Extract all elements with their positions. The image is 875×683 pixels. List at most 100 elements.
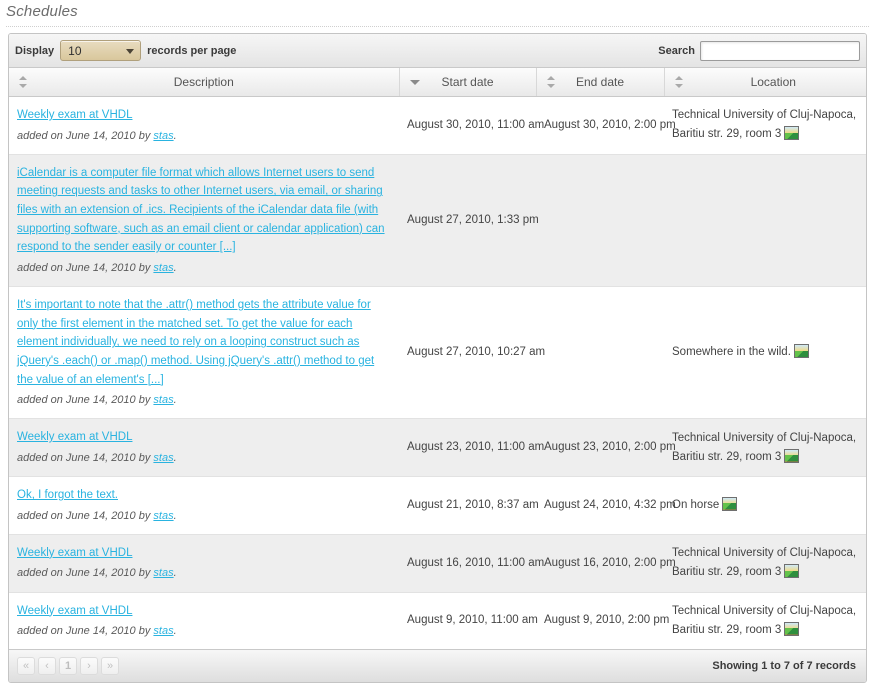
column-label: Start date <box>441 75 494 89</box>
added-prefix: added on June 14, 2010 by <box>17 625 154 638</box>
cell-end-date <box>536 154 664 288</box>
page-1-button[interactable]: 1 <box>59 657 77 676</box>
author-link[interactable]: stas <box>153 262 173 274</box>
schedule-link[interactable]: iCalendar is a computer file format whic… <box>17 164 391 257</box>
schedule-link[interactable]: Weekly exam at VHDL <box>17 544 391 563</box>
author-link[interactable]: stas <box>153 394 173 406</box>
title-divider <box>6 26 869 27</box>
first-page-button: « <box>17 657 35 676</box>
added-by-line: added on June 14, 2010 by stas. <box>17 391 391 409</box>
search-control: Search <box>658 40 860 61</box>
location-text: Technical University of Cluj-Napoca, Bar… <box>672 547 857 579</box>
added-by-line: added on June 14, 2010 by stas. <box>17 622 391 640</box>
next-page-button: › <box>80 657 98 676</box>
map-thumbnail-icon[interactable] <box>722 496 738 511</box>
chevron-down-icon <box>126 48 135 54</box>
table-row: Weekly exam at VHDL added on June 14, 201… <box>9 592 866 650</box>
cell-description: Weekly exam at VHDL added on June 14, 201… <box>9 418 399 478</box>
added-suffix: . <box>173 567 177 580</box>
page-length-control: Display 10 records per page <box>15 40 236 61</box>
schedule-link[interactable]: It's important to note that the .attr() … <box>17 296 391 389</box>
cell-location: Technical University of Cluj-Napoca, Bar… <box>664 534 866 593</box>
added-prefix: added on June 14, 2010 by <box>17 509 154 522</box>
table-head: Description Start date End date Location <box>9 68 866 97</box>
table-row: It's important to note that the .attr() … <box>9 286 866 420</box>
cell-location: Somewhere in the wild. <box>664 286 866 420</box>
cell-end-date: August 9, 2010, 2:00 pm <box>536 592 669 650</box>
added-suffix: . <box>173 129 177 142</box>
location-text: Somewhere in the wild. <box>672 346 791 359</box>
table-row: Ok, I forgot the text. added on June 14, … <box>9 476 866 535</box>
cell-start-date: August 23, 2010, 11:00 am <box>399 418 544 478</box>
added-prefix: added on June 14, 2010 by <box>17 451 154 464</box>
column-header-description[interactable]: Description <box>9 68 400 97</box>
added-by-line: added on June 14, 2010 by stas. <box>17 507 391 525</box>
schedules-table: Description Start date End date Location… <box>9 68 866 650</box>
cell-end-date: August 23, 2010, 2:00 pm <box>536 418 676 478</box>
table-row: Weekly exam at VHDL added on June 14, 201… <box>9 534 866 593</box>
table-header-row: Description Start date End date Location <box>9 68 866 97</box>
cell-description: iCalendar is a computer file format whic… <box>9 154 399 288</box>
table-footer-bar: «‹ 1 ›» Showing 1 to 7 of 7 records <box>9 649 866 683</box>
added-by-line: added on June 14, 2010 by stas. <box>17 127 391 145</box>
column-label: End date <box>575 75 625 89</box>
map-thumbnail-icon[interactable] <box>784 564 800 579</box>
cell-location: Technical University of Cluj-Napoca, Bar… <box>664 96 866 155</box>
added-by-line: added on June 14, 2010 by stas. <box>17 259 391 277</box>
schedules-table-panel: Display 10 records per page Search Descr… <box>8 33 867 683</box>
added-prefix: added on June 14, 2010 by <box>17 129 154 142</box>
schedule-link[interactable]: Weekly exam at VHDL <box>17 428 391 447</box>
map-thumbnail-icon[interactable] <box>784 126 800 141</box>
author-link[interactable]: stas <box>153 130 173 142</box>
column-label: Description <box>173 75 234 89</box>
column-label: Location <box>750 75 796 89</box>
cell-description: It's important to note that the .attr() … <box>9 286 399 420</box>
author-link[interactable]: stas <box>153 510 173 522</box>
page-length-value: 10 <box>68 43 82 58</box>
column-header-location[interactable]: Location <box>664 68 866 97</box>
table-control-bar: Display 10 records per page Search <box>9 34 866 68</box>
author-link[interactable]: stas <box>153 452 173 464</box>
sort-none-icon <box>546 76 556 88</box>
cell-location: On horse <box>664 476 866 535</box>
last-page-button: » <box>101 657 119 676</box>
previous-page-button: ‹ <box>38 657 56 676</box>
author-link[interactable]: stas <box>153 567 173 579</box>
cell-end-date: August 16, 2010, 2:00 pm <box>536 534 676 593</box>
sort-none-icon <box>674 76 684 88</box>
schedule-link[interactable]: Ok, I forgot the text. <box>17 486 391 505</box>
search-input[interactable] <box>700 40 860 61</box>
cell-description: Weekly exam at VHDL added on June 14, 201… <box>9 592 399 650</box>
search-label: Search <box>658 44 695 57</box>
display-label: Display <box>15 44 55 57</box>
added-by-line: added on June 14, 2010 by stas. <box>17 449 391 467</box>
schedule-link[interactable]: Weekly exam at VHDL <box>17 602 391 621</box>
cell-end-date <box>536 286 664 420</box>
cell-end-date: August 30, 2010, 2:00 pm <box>536 96 676 155</box>
table-row: Weekly exam at VHDL added on June 14, 201… <box>9 96 866 155</box>
location-text: Technical University of Cluj-Napoca, Bar… <box>672 109 857 141</box>
map-thumbnail-icon[interactable] <box>793 344 809 359</box>
added-prefix: added on June 14, 2010 by <box>17 567 154 580</box>
added-by-line: added on June 14, 2010 by stas. <box>17 564 391 582</box>
records-per-page-label: records per page <box>147 44 237 57</box>
location-text: Technical University of Cluj-Napoca, Bar… <box>672 605 857 636</box>
author-link[interactable]: stas <box>153 625 173 637</box>
cell-description: Weekly exam at VHDL added on June 14, 201… <box>9 534 399 593</box>
schedule-link[interactable]: Weekly exam at VHDL <box>17 106 391 125</box>
records-info: Showing 1 to 7 of 7 records <box>712 660 856 673</box>
sort-descending-icon <box>409 76 420 88</box>
cell-end-date: August 24, 2010, 4:32 pm <box>536 476 676 535</box>
cell-start-date: August 30, 2010, 11:00 am <box>399 96 544 155</box>
page-length-select[interactable]: 10 <box>60 40 142 61</box>
added-suffix: . <box>173 261 177 274</box>
cell-description: Ok, I forgot the text. added on June 14, … <box>9 476 399 535</box>
table-body: Weekly exam at VHDL added on June 14, 201… <box>9 96 866 650</box>
added-suffix: . <box>173 509 177 522</box>
column-header-start-date[interactable]: Start date <box>399 68 537 97</box>
added-suffix: . <box>173 394 177 407</box>
column-header-end-date[interactable]: End date <box>536 68 665 97</box>
cell-start-date: August 27, 2010, 1:33 pm <box>399 154 539 288</box>
map-thumbnail-icon[interactable] <box>784 448 800 463</box>
map-thumbnail-icon[interactable] <box>784 621 800 636</box>
